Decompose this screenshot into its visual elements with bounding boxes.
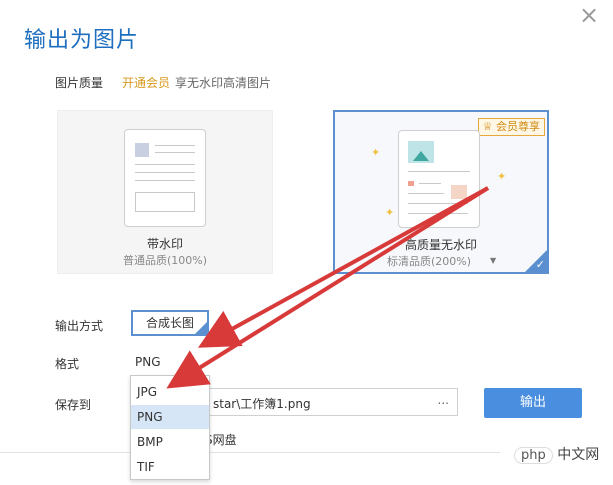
format-option-jpg[interactable]: JPG — [131, 380, 209, 404]
selected-corner — [195, 322, 207, 334]
vip-badge: ♕ 会员尊享 — [477, 118, 545, 136]
export-image-dialog: 输出为图片 × 图片质量 开通会员 享无水印高清图片 带水印 普通品质(100%… — [0, 0, 613, 485]
format-option-bmp[interactable]: BMP — [131, 430, 209, 454]
watermark: php 中文网 — [514, 444, 599, 464]
sparkle-icon: ✦ — [497, 170, 507, 183]
save-path-text: star\工作簿1.png — [213, 397, 311, 411]
crown-icon: ♕ — [482, 120, 493, 133]
format-option-png[interactable]: PNG — [131, 405, 209, 429]
sparkle-icon: ✦ — [371, 146, 381, 159]
close-icon[interactable]: × — [578, 3, 600, 27]
dialog-bottom-edge — [0, 452, 500, 453]
check-icon: ✓ — [535, 258, 545, 271]
save-path-field[interactable]: star\工作簿1.png ... — [200, 388, 458, 416]
vip-link[interactable]: 开通会员 — [122, 74, 170, 91]
watermark-brand: php — [514, 447, 553, 464]
option-subtitle: 标清品质(200%) — [387, 255, 472, 268]
dialog-title: 输出为图片 — [24, 28, 140, 53]
export-button[interactable]: 输出 — [484, 388, 582, 418]
format-label: 格式 — [55, 357, 80, 371]
quality-option-watermark[interactable]: 带水印 普通品质(100%) — [57, 110, 273, 274]
format-option-tif[interactable]: TIF — [131, 455, 209, 479]
save-label: 保存到 — [55, 398, 92, 412]
quality-option-hd[interactable]: ♕ 会员尊享 ✦ ✦ ✦ 高质量无水印 标清品质(200%) ▼ ✓ — [333, 110, 549, 274]
output-mode-label: 输出方式 — [55, 319, 104, 333]
format-value: PNG — [135, 355, 161, 369]
sparkle-icon: ✦ — [385, 206, 395, 219]
quality-label: 图片质量 — [55, 76, 104, 90]
document-thumbnail-icon — [124, 129, 206, 227]
browse-button[interactable]: ... — [438, 393, 449, 407]
caret-down-icon[interactable]: ▼ — [490, 256, 496, 265]
output-mode-value: 合成长图 — [145, 316, 194, 330]
output-mode-select[interactable]: 合成长图 — [131, 310, 209, 336]
hd-document-thumbnail-icon — [398, 130, 480, 228]
option-title: 带水印 — [146, 237, 183, 251]
option-title: 高质量无水印 — [404, 238, 477, 252]
format-dropdown: JPG PNG BMP TIF — [130, 375, 210, 480]
vip-description: 享无水印高清图片 — [175, 76, 272, 90]
option-subtitle: 普通品质(100%) — [122, 254, 208, 267]
watermark-text: 中文网 — [557, 447, 600, 463]
